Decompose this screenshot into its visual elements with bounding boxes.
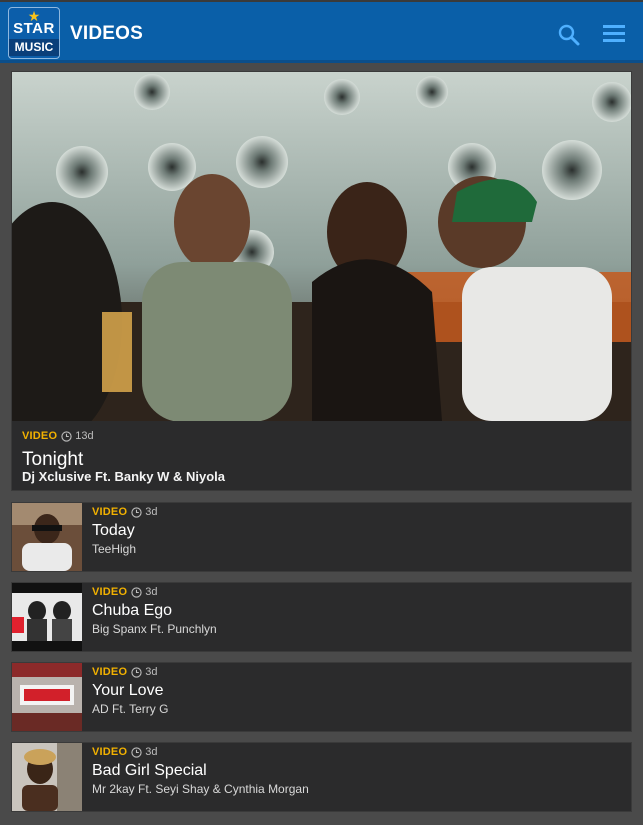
post-age: 3d (145, 506, 158, 518)
video-thumbnail[interactable] (12, 503, 82, 571)
item-meta: VIDEO 3d (92, 746, 157, 758)
page-title: VIDEOS (70, 23, 143, 44)
list-item[interactable]: VIDEO 3d Bad Girl Special Mr 2kay Ft. Se… (11, 742, 632, 812)
video-title[interactable]: Bad Girl Special (92, 762, 207, 780)
list-item[interactable]: VIDEO 3d Today TeeHigh (11, 502, 632, 572)
video-title[interactable]: Tonight (22, 449, 83, 471)
list-item[interactable]: VIDEO 3d Your Love AD Ft. Terry G (11, 662, 632, 732)
featured-video-card[interactable]: VIDEO 13d Tonight Dj Xclusive Ft. Banky … (11, 71, 632, 491)
clock-icon (131, 746, 142, 758)
video-artist: TeeHigh (92, 542, 137, 556)
top-bar: ★ STAR MUSIC VIDEOS (0, 0, 643, 63)
item-meta: VIDEO 3d (92, 666, 157, 678)
clock-icon (131, 506, 142, 518)
featured-meta: VIDEO 13d (22, 430, 94, 442)
video-thumbnail[interactable] (12, 583, 82, 651)
video-title[interactable]: Chuba Ego (92, 602, 172, 620)
video-tag: VIDEO (22, 430, 58, 442)
post-age: 3d (145, 666, 158, 678)
video-tag: VIDEO (92, 586, 128, 598)
video-artist: Big Spanx Ft. Punchlyn (92, 622, 217, 636)
search-icon[interactable] (558, 24, 580, 46)
hamburger-menu-icon[interactable] (603, 25, 625, 43)
video-tag: VIDEO (92, 506, 128, 518)
post-age: 3d (145, 586, 158, 598)
video-title[interactable]: Your Love (92, 682, 163, 700)
video-tag: VIDEO (92, 746, 128, 758)
video-title[interactable]: Today (92, 522, 135, 540)
post-age: 3d (145, 746, 158, 758)
clock-icon (131, 586, 142, 598)
video-artist: AD Ft. Terry G (92, 702, 169, 716)
video-artist: Dj Xclusive Ft. Banky W & Niyola (22, 469, 225, 484)
clock-icon (131, 666, 142, 678)
clock-icon (61, 430, 72, 442)
logo-text-bottom: MUSIC (9, 39, 59, 56)
post-age: 13d (75, 430, 94, 442)
app: ★ STAR MUSIC VIDEOS VIDEO 13d Tonight Dj… (0, 0, 643, 825)
video-thumbnail[interactable] (12, 663, 82, 731)
video-tag: VIDEO (92, 666, 128, 678)
logo-text-top: STAR (13, 20, 55, 37)
list-item[interactable]: VIDEO 3d Chuba Ego Big Spanx Ft. Punchly… (11, 582, 632, 652)
item-meta: VIDEO 3d (92, 506, 157, 518)
item-meta: VIDEO 3d (92, 586, 157, 598)
featured-video-thumbnail[interactable] (12, 72, 631, 421)
star-music-logo[interactable]: ★ STAR MUSIC (8, 7, 60, 59)
video-thumbnail[interactable] (12, 743, 82, 811)
video-artist: Mr 2kay Ft. Seyi Shay & Cynthia Morgan (92, 782, 309, 796)
